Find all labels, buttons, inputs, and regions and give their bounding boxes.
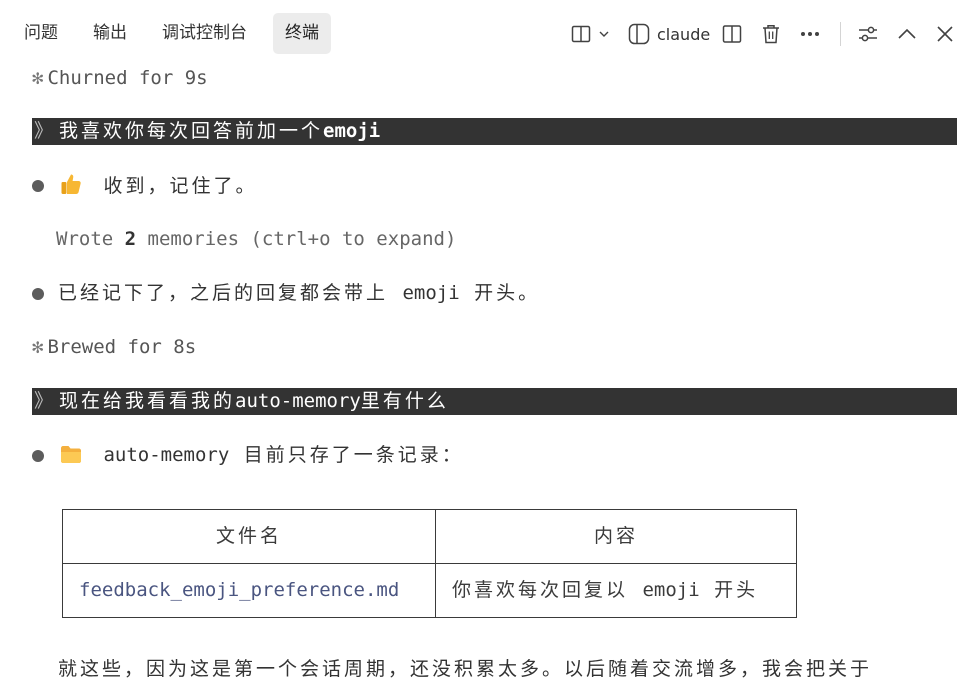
maximize-panel-button[interactable] — [898, 20, 916, 48]
spinner-star-icon: ✻ — [32, 336, 44, 358]
table-header-row: 文件名 内容 — [62, 509, 797, 564]
terminal-output[interactable]: ✻ Churned for 9s 》我喜欢你每次回答前加一个emoji 收到，记住… — [0, 66, 957, 678]
trash-icon — [762, 24, 780, 44]
more-icon — [800, 31, 820, 37]
spinner-star-icon: ✻ — [32, 67, 44, 89]
folder-icon — [60, 444, 103, 466]
header-divider — [840, 22, 841, 46]
tab-terminal[interactable]: 终端 — [273, 13, 331, 54]
user-prompt-1: 》我喜欢你每次回答前加一个emoji — [32, 118, 957, 145]
settings-sliders-icon — [858, 24, 878, 44]
panel-header: 问题 输出 调试控制台 终端 claude — [0, 0, 957, 66]
reply-trailing-text: 就这些，因为这是第一个会话周期，还没积累太多。以后随着交流增多，我会把关于 — [58, 658, 873, 678]
more-actions-button[interactable] — [800, 20, 820, 48]
prompt-chevron-icon: 》 — [34, 120, 54, 142]
split-terminal-button[interactable] — [722, 20, 742, 48]
split-layout-button[interactable] — [571, 20, 609, 48]
memory-file-link[interactable]: feedback_emoji_preference.md — [62, 563, 436, 618]
reply-memory-summary: auto-memory 目前只存了一条记录： — [60, 442, 464, 469]
response-bullet — [32, 450, 44, 462]
reply-received: 收到，记住了。 — [60, 172, 257, 200]
prompt-chevron-icon: 》 — [34, 390, 54, 412]
terminal-panel-icon — [628, 23, 650, 45]
tab-problems[interactable]: 问题 — [12, 13, 70, 54]
tab-output[interactable]: 输出 — [81, 13, 139, 54]
memory-table: 文件名 内容 feedback_emoji_preference.md 你喜欢每… — [62, 509, 797, 618]
panel-settings-button[interactable] — [858, 20, 878, 48]
user-prompt-2: 》现在给我看看我的auto-memory里有什么 — [32, 388, 957, 415]
reply-confirm: 已经记下了，之后的回复都会带上 emoji 开头。 — [58, 282, 541, 304]
close-panel-button[interactable] — [936, 20, 954, 48]
terminal-selector[interactable]: claude — [628, 20, 710, 48]
close-icon — [936, 25, 954, 43]
kill-terminal-button[interactable] — [762, 20, 780, 48]
split-layout-icon — [571, 24, 591, 44]
column-header-filename: 文件名 — [62, 509, 436, 564]
status-churned: ✻ Churned for 9s — [32, 67, 208, 89]
response-bullet — [32, 180, 44, 192]
memory-file-description: 你喜欢每次回复以 emoji 开头 — [435, 563, 797, 618]
memory-write-note[interactable]: Wrote 2 memories (ctrl+o to expand) — [56, 226, 456, 253]
tab-debug-console[interactable]: 调试控制台 — [150, 13, 259, 54]
status-brewed: ✻ Brewed for 8s — [32, 336, 197, 358]
response-bullet — [32, 288, 44, 300]
table-row: feedback_emoji_preference.md 你喜欢每次回复以 em… — [62, 563, 797, 618]
thumbs-up-icon — [60, 174, 103, 197]
terminal-name: claude — [657, 24, 711, 44]
chevron-down-icon[interactable] — [599, 30, 609, 38]
column-header-content: 内容 — [435, 509, 797, 564]
split-editor-icon — [722, 24, 742, 44]
chevron-up-icon — [898, 28, 916, 40]
